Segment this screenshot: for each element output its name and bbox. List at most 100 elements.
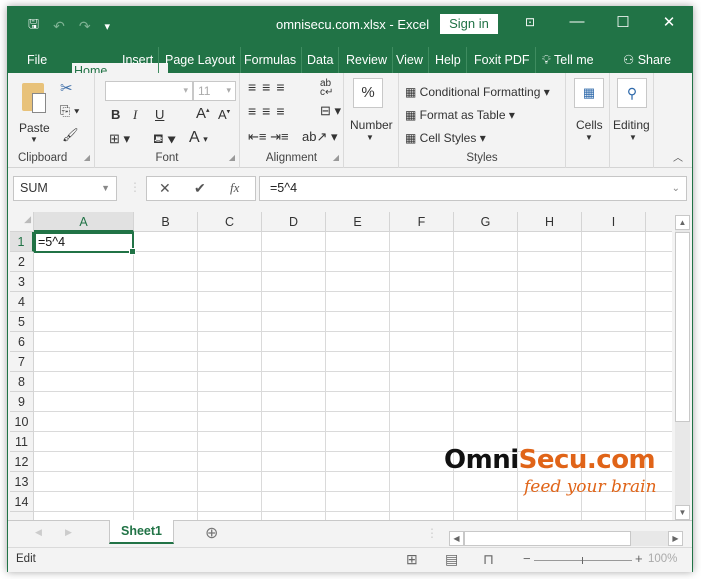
zoom-level[interactable]: 100% bbox=[648, 553, 677, 565]
dialog-launcher-icon[interactable]: ◢ bbox=[84, 153, 90, 162]
row-header-11[interactable]: 11 bbox=[10, 432, 34, 452]
column-header-g[interactable]: G bbox=[454, 212, 518, 232]
column-header-h[interactable]: H bbox=[518, 212, 582, 232]
sign-in-button[interactable]: Sign in bbox=[440, 14, 498, 34]
column-header-f[interactable]: F bbox=[390, 212, 454, 232]
row-header-8[interactable]: 8 bbox=[10, 372, 34, 392]
font-size-dropdown[interactable]: 11 ▾ bbox=[193, 81, 236, 101]
vertical-align-icons[interactable]: ≡≡≡ bbox=[248, 79, 291, 95]
font-color-icon[interactable]: A ▾ bbox=[189, 129, 208, 147]
previous-sheet-icon[interactable]: ◀ bbox=[35, 527, 42, 538]
undo-icon[interactable]: ↶ bbox=[53, 18, 65, 35]
tab-review[interactable]: Review bbox=[341, 47, 393, 73]
maximize-button[interactable]: ☐ bbox=[608, 13, 638, 31]
ribbon-display-options-icon[interactable]: ⊡ bbox=[515, 15, 545, 29]
underline-button[interactable]: U bbox=[155, 107, 164, 122]
row-header-7[interactable]: 7 bbox=[10, 352, 34, 372]
zoom-in-button[interactable]: + bbox=[635, 551, 643, 566]
active-cell-a1[interactable]: =5^4 bbox=[34, 232, 136, 255]
indent-icons[interactable]: ⇤≡ ⇥≡ bbox=[248, 129, 289, 145]
row-header-5[interactable]: 5 bbox=[10, 312, 34, 332]
row-header-9[interactable]: 9 bbox=[10, 392, 34, 412]
borders-icon[interactable]: ⊞ ▾ bbox=[109, 131, 130, 147]
drag-handle[interactable]: ⋮ bbox=[129, 180, 141, 194]
cells-group[interactable]: ▦ Cells ▼ bbox=[566, 73, 610, 168]
row-header-13[interactable]: 13 bbox=[10, 472, 34, 492]
row-header-10[interactable]: 10 bbox=[10, 412, 34, 432]
column-header-e[interactable]: E bbox=[326, 212, 390, 232]
horizontal-scroll-thumb[interactable] bbox=[464, 531, 631, 546]
page-break-view-icon[interactable]: ⊓ bbox=[483, 551, 494, 568]
scroll-right-button[interactable]: ▶ bbox=[668, 531, 683, 546]
insert-function-button[interactable]: fx bbox=[230, 180, 239, 196]
vertical-scrollbar[interactable]: ▲ ▼ bbox=[675, 215, 690, 520]
dialog-launcher-icon[interactable]: ◢ bbox=[333, 153, 339, 162]
cancel-button[interactable]: ✕ bbox=[159, 180, 171, 197]
sheet-tab-sheet1[interactable]: Sheet1 bbox=[109, 520, 174, 544]
tab-insert[interactable]: Insert bbox=[117, 47, 160, 73]
column-header-b[interactable]: B bbox=[134, 212, 198, 232]
tab-view[interactable]: View bbox=[391, 47, 429, 73]
format-painter-icon[interactable]: 🖌︎ bbox=[62, 127, 79, 143]
page-layout-view-icon[interactable]: ▤ bbox=[445, 551, 458, 568]
row-header-12[interactable]: 12 bbox=[10, 452, 34, 472]
row-header-14[interactable]: 14 bbox=[10, 492, 34, 512]
tab-tell-me[interactable]: 💡︎ Tell me bbox=[537, 47, 599, 73]
editing-group[interactable]: ⚲ Editing ▼ bbox=[610, 73, 654, 168]
tab-data[interactable]: Data bbox=[302, 47, 340, 73]
redo-icon[interactable]: ↷ bbox=[79, 18, 91, 35]
enter-button[interactable]: ✔ bbox=[194, 180, 206, 197]
row-header-3[interactable]: 3 bbox=[10, 272, 34, 292]
row-header-6[interactable]: 6 bbox=[10, 332, 34, 352]
name-box[interactable]: SUM ▼ bbox=[13, 176, 117, 201]
new-sheet-icon[interactable]: ⊕ bbox=[205, 523, 218, 543]
wrap-text-icon[interactable]: ab c↵ bbox=[320, 79, 333, 98]
tab-formulas[interactable]: Formulas bbox=[239, 47, 303, 73]
vertical-scroll-thumb[interactable] bbox=[675, 232, 690, 422]
minimize-button[interactable]: — bbox=[562, 13, 592, 30]
scroll-up-button[interactable]: ▲ bbox=[675, 215, 690, 230]
copy-icon[interactable]: ⎘ ▾ bbox=[60, 103, 79, 119]
tab-file[interactable]: File bbox=[22, 47, 52, 73]
paste-button[interactable]: Paste ▼ bbox=[16, 79, 54, 149]
tab-foxit-pdf[interactable]: Foxit PDF bbox=[469, 47, 536, 73]
zoom-slider-thumb[interactable] bbox=[582, 557, 583, 564]
zoom-out-button[interactable]: − bbox=[523, 551, 531, 566]
increase-font-icon[interactable]: A▴ bbox=[196, 105, 210, 122]
zoom-slider[interactable] bbox=[534, 557, 632, 564]
split-handle[interactable]: ⋮ bbox=[426, 526, 438, 540]
tab-help[interactable]: Help bbox=[430, 47, 467, 73]
column-header-a[interactable]: A bbox=[34, 212, 134, 232]
select-all-corner[interactable]: ◢ bbox=[10, 212, 34, 232]
column-header-c[interactable]: C bbox=[198, 212, 262, 232]
column-header-d[interactable]: D bbox=[262, 212, 326, 232]
collapse-ribbon-icon[interactable]: ︿ bbox=[673, 149, 683, 164]
bold-button[interactable]: B bbox=[111, 107, 120, 122]
merge-center-icon[interactable]: ⊟ ▾ bbox=[320, 103, 341, 119]
column-header-partial[interactable] bbox=[646, 212, 672, 232]
scroll-down-button[interactable]: ▼ bbox=[675, 505, 690, 520]
cut-icon[interactable]: ✂ bbox=[60, 79, 73, 97]
cell-styles-button[interactable]: ▦ Cell Styles ▾ bbox=[405, 131, 486, 145]
horizontal-scrollbar[interactable]: ◀ ▶ bbox=[449, 531, 683, 546]
row-header-1[interactable]: 1 bbox=[10, 232, 34, 252]
customize-qat-icon[interactable]: ▾ bbox=[105, 20, 111, 33]
number-group[interactable]: % Number ▼ bbox=[344, 73, 399, 168]
formula-input[interactable]: =5^4 ⌄ bbox=[259, 176, 687, 201]
format-as-table-button[interactable]: ▦ Format as Table ▾ bbox=[405, 108, 515, 122]
tab-page-layout[interactable]: Page Layout bbox=[160, 47, 242, 73]
horizontal-align-icons[interactable]: ≡≡≡ bbox=[248, 103, 291, 119]
font-name-dropdown[interactable]: ▾ bbox=[105, 81, 193, 101]
normal-view-icon[interactable]: ⊞ bbox=[406, 551, 418, 568]
conditional-formatting-button[interactable]: ▦ Conditional Formatting ▾ bbox=[405, 85, 550, 99]
column-header-i[interactable]: I bbox=[582, 212, 646, 232]
fill-color-icon[interactable]: ⛾ ▾ bbox=[153, 131, 176, 149]
row-header-2[interactable]: 2 bbox=[10, 252, 34, 272]
scroll-left-button[interactable]: ◀ bbox=[449, 531, 464, 546]
decrease-font-icon[interactable]: A▾ bbox=[218, 107, 230, 122]
share-button[interactable]: ⚇ Share bbox=[618, 47, 676, 73]
orientation-icon[interactable]: ab↗ ▾ bbox=[302, 129, 338, 145]
next-sheet-icon[interactable]: ▶ bbox=[65, 527, 72, 538]
save-icon[interactable]: 🖫 bbox=[28, 15, 39, 37]
row-header-15[interactable] bbox=[10, 512, 34, 520]
